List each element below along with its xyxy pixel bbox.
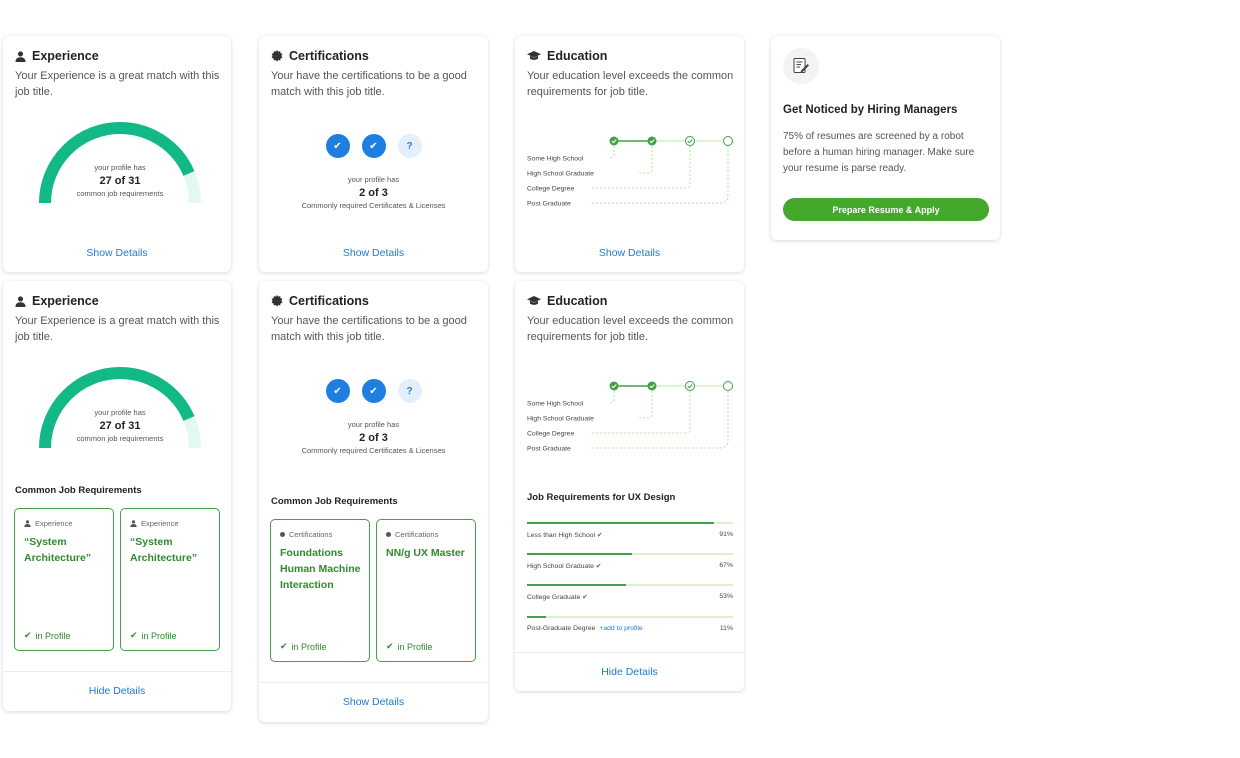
requirement-card[interactable]: Certifications Foundations Human Machine… (270, 519, 370, 662)
badge-icon (271, 50, 283, 62)
in-profile-status: ✔ in Profile (280, 641, 327, 652)
experience-card: Experience Your Experience is a great ma… (3, 36, 231, 272)
education-requirement-bar: College Graduate ✔ 53% (527, 584, 733, 601)
notice-description: 75% of resumes are screened by a robot b… (783, 131, 975, 174)
experience-description: Your Experience is a great match with th… (15, 315, 220, 343)
certifications-card-expanded: Certifications Your have the certificati… (259, 281, 488, 722)
person-icon (130, 520, 137, 527)
divider (3, 671, 231, 672)
check-icon: ✔ (325, 379, 350, 403)
education-requirement-bar: Less than High School ✔ 91% (527, 522, 733, 539)
requirement-name: Foundations Human Machine Interaction (280, 547, 361, 591)
check-icon: ✔ (24, 630, 32, 640)
experience-description: Your Experience is a great match with th… (15, 70, 220, 98)
experience-card-expanded: Experience Your Experience is a great ma… (3, 281, 231, 711)
experience-gauge-text: your profile has 27 of 31 common job req… (37, 163, 203, 198)
experience-title: Experience (15, 48, 221, 64)
certifications-title: Certifications (271, 48, 478, 64)
question-icon: ? (397, 379, 422, 403)
education-level-label: Post Graduate (527, 446, 571, 453)
add-to-profile-link[interactable]: +add to profile (599, 625, 642, 632)
education-level-label: Post Graduate (527, 201, 571, 208)
check-icon: ✔ (280, 641, 288, 651)
hide-details-link[interactable]: Hide Details (515, 666, 744, 678)
dot-icon (280, 532, 285, 537)
graduation-cap-icon (527, 51, 541, 60)
person-icon (24, 520, 31, 527)
education-requirement-bar: High School Graduate ✔ 67% (527, 553, 733, 570)
check-icon: ✔ (582, 594, 588, 601)
education-card: Education Your education level exceeds t… (515, 36, 744, 272)
certifications-count: 2 of 3 (359, 432, 388, 444)
education-requirement-bar: Post-Graduate Degree +add to profile 11% (527, 616, 733, 632)
education-level-label: College Degree (527, 431, 574, 438)
show-details-link[interactable]: Show Details (3, 247, 231, 259)
notice-title: Get Noticed by Hiring Managers (783, 104, 958, 116)
common-job-requirements-title: Common Job Requirements (271, 496, 398, 507)
experience-count: 27 of 31 (99, 420, 141, 432)
person-icon (15, 295, 26, 307)
graduation-cap-icon (527, 296, 541, 305)
experience-gauge-text: your profile has 27 of 31 common job req… (37, 408, 203, 443)
in-profile-status: ✔ in Profile (386, 641, 433, 652)
check-icon: ✔ (325, 134, 350, 158)
certification-status-icons: ✔ ✔ ? (259, 379, 488, 403)
certifications-description: Your have the certifications to be a goo… (271, 315, 467, 343)
common-job-requirements-title: Common Job Requirements (15, 485, 142, 496)
certifications-count: 2 of 3 (359, 187, 388, 199)
certifications-count-text: your profile has 2 of 3 Commonly require… (259, 420, 488, 455)
education-description: Your education level exceeds the common … (527, 315, 734, 343)
requirement-card[interactable]: Certifications NN/g UX Master ✔ in Profi… (376, 519, 476, 662)
check-icon: ✔ (361, 134, 386, 158)
requirement-name: “System Architecture” (130, 536, 198, 564)
education-level-diagram: Some High School High School Graduate Co… (527, 381, 733, 453)
education-level-diagram: Some High School High School Graduate Co… (527, 136, 733, 208)
hide-details-link[interactable]: Hide Details (3, 685, 231, 697)
education-card-expanded: Education Your education level exceeds t… (515, 281, 744, 691)
requirement-card[interactable]: Experience “System Architecture” ✔ in Pr… (120, 508, 220, 651)
requirement-name: “System Architecture” (24, 536, 92, 564)
education-level-label: High School Graduate (527, 416, 594, 423)
person-icon (15, 50, 26, 62)
certifications-description: Your have the certifications to be a goo… (271, 70, 467, 98)
education-title: Education (527, 48, 734, 64)
in-profile-status: ✔ in Profile (24, 630, 71, 641)
certifications-count-text: your profile has 2 of 3 Commonly require… (259, 175, 488, 210)
get-noticed-card: Get Noticed by Hiring Managers 75% of re… (771, 36, 1000, 240)
show-details-link[interactable]: Show Details (259, 696, 488, 708)
education-level-label: Some High School (527, 401, 584, 408)
requirement-card[interactable]: Experience “System Architecture” ✔ in Pr… (14, 508, 114, 651)
education-level-label: Some High School (527, 156, 584, 163)
check-icon: ✔ (130, 630, 138, 640)
document-edit-icon (783, 48, 819, 84)
experience-count: 27 of 31 (99, 175, 141, 187)
check-icon: ✔ (386, 641, 394, 651)
check-icon: ✔ (361, 379, 386, 403)
divider (515, 652, 744, 653)
education-title: Education (527, 293, 734, 309)
certifications-card: Certifications Your have the certificati… (259, 36, 488, 272)
in-profile-status: ✔ in Profile (130, 630, 177, 641)
show-details-link[interactable]: Show Details (259, 247, 488, 259)
check-icon: ✔ (595, 563, 602, 570)
dot-icon (386, 532, 391, 537)
education-level-label: High School Graduate (527, 171, 594, 178)
experience-title: Experience (15, 293, 221, 309)
divider (259, 682, 488, 683)
certification-status-icons: ✔ ✔ ? (259, 134, 488, 158)
badge-icon (271, 295, 283, 307)
job-requirements-title: Job Requirements for UX Design (527, 492, 676, 503)
prepare-resume-apply-button[interactable]: Prepare Resume & Apply (783, 198, 989, 221)
education-level-label: College Degree (527, 186, 574, 193)
certifications-title: Certifications (271, 293, 478, 309)
question-icon: ? (397, 134, 422, 158)
education-description: Your education level exceeds the common … (527, 70, 734, 98)
show-details-link[interactable]: Show Details (515, 247, 744, 259)
requirement-name: NN/g UX Master (386, 547, 465, 559)
check-icon: ✔ (596, 532, 603, 539)
